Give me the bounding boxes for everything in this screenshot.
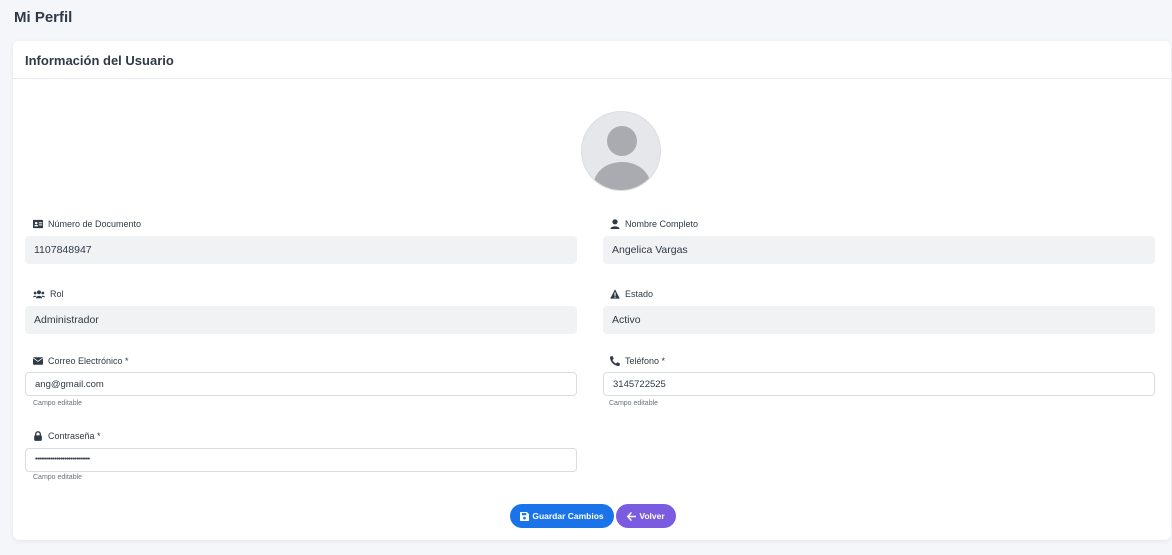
nombre-value: Angelica Vargas (603, 236, 1155, 264)
phone-field[interactable] (603, 372, 1155, 396)
id-card-icon (33, 219, 43, 229)
user-info-card: Información del Usuario Número de Docume… (13, 41, 1171, 540)
arrow-left-icon (627, 511, 637, 521)
warning-triangle-icon (610, 289, 620, 299)
envelope-icon (33, 357, 43, 365)
save-button[interactable]: Guardar Cambios (510, 504, 614, 528)
estado-label: Estado (610, 289, 653, 299)
users-icon (33, 290, 45, 299)
password-field[interactable]: •••••••••••••••••••••••••••• (25, 448, 577, 472)
documento-label: Número de Documento (33, 219, 141, 229)
documento-value: 1107848947 (25, 236, 577, 264)
contrasena-label: Contraseña * (33, 431, 101, 441)
lock-icon (34, 431, 42, 441)
password-help: Campo editable (33, 474, 83, 481)
rol-label: Rol (33, 289, 64, 299)
email-help: Campo editable (33, 400, 83, 407)
user-avatar-icon (594, 126, 650, 190)
page-title: Mi Perfil (14, 9, 73, 26)
correo-label: Correo Electrónico * (33, 356, 129, 366)
email-field[interactable] (25, 372, 577, 396)
card-title: Información del Usuario (13, 41, 1171, 79)
back-button[interactable]: Volver (616, 504, 676, 528)
nombre-label: Nombre Completo (610, 219, 698, 229)
rol-value: Administrador (25, 306, 577, 334)
phone-help: Campo editable (609, 400, 659, 407)
telefono-label: Teléfono * (610, 356, 665, 366)
avatar (581, 111, 661, 191)
floppy-disk-icon (520, 511, 530, 521)
user-icon (610, 219, 620, 229)
phone-icon (610, 356, 620, 366)
estado-value: Activo (603, 306, 1155, 334)
